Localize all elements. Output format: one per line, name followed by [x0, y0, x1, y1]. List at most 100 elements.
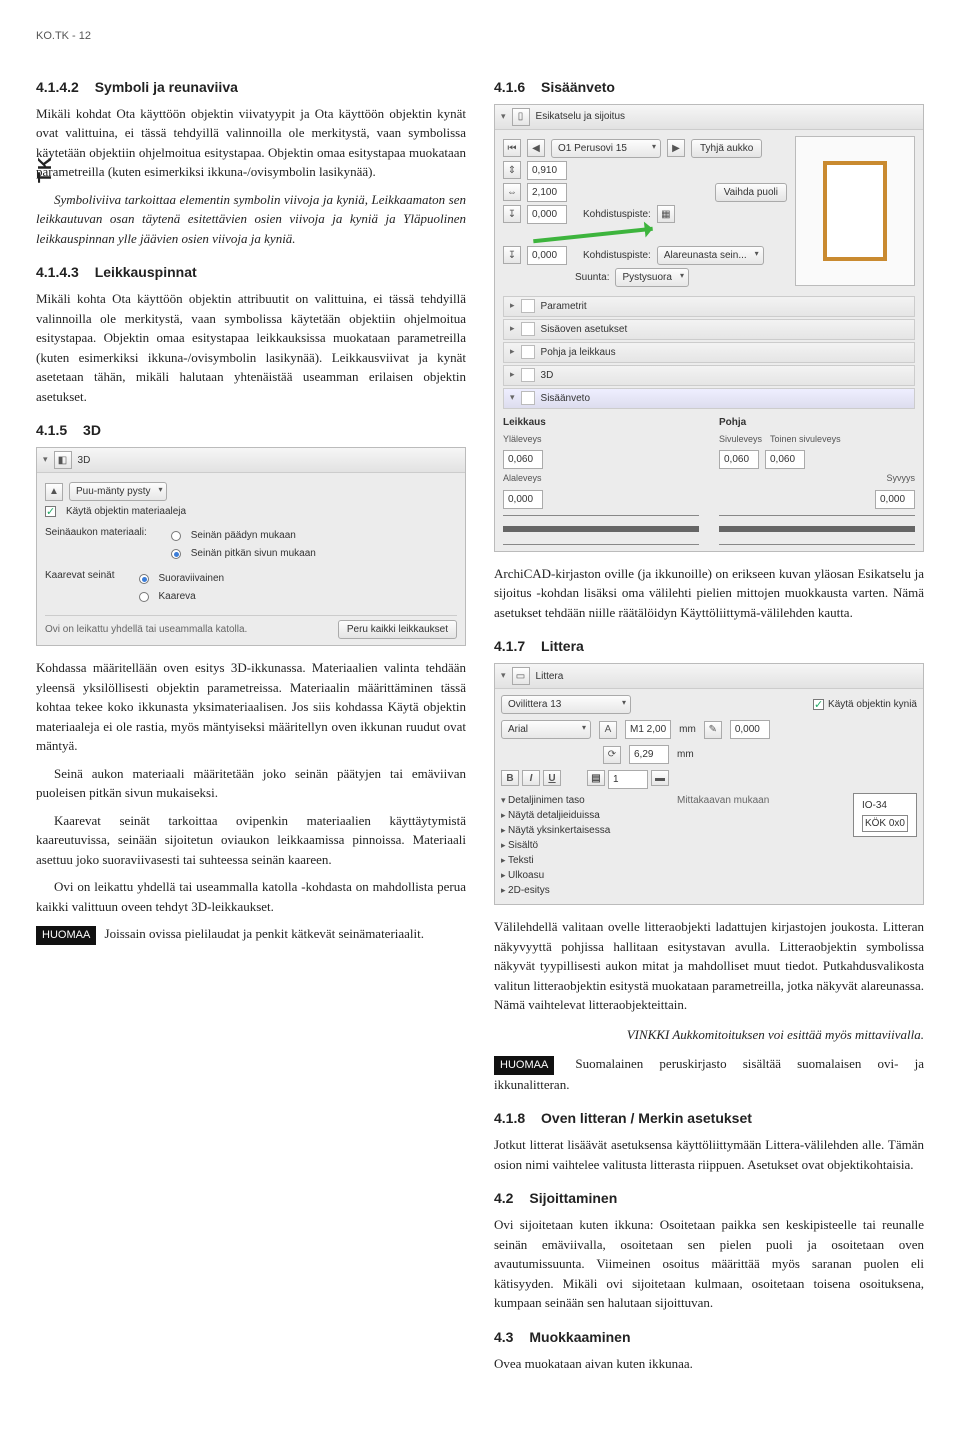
page-code: KO.TK - 12	[36, 28, 924, 45]
para: Mikäli kohdat Ota käyttöön objektin viiv…	[36, 104, 466, 182]
tip-text: VINKKI Aukkomitoituksen voi esittää myös…	[494, 1025, 924, 1045]
para: Symboliviiva tarkoittaa elementin symbol…	[36, 190, 466, 249]
parameter-tree[interactable]: Detaljinimen taso Näytä detaljieiduissa …	[501, 793, 663, 898]
value-input[interactable]: 2,100	[527, 183, 567, 202]
note-text: Suomalainen peruskirjasto sisältää suoma…	[494, 1056, 924, 1092]
radio-end[interactable]	[171, 531, 181, 541]
para: Ovea muokataan aivan kuten ikkunaa.	[494, 1354, 924, 1374]
direction-dropdown[interactable]: Pystysuora	[615, 268, 688, 287]
heading-418: 4.1.8 Oven litteran / Merkin asetukset	[494, 1108, 924, 1129]
checkbox-label: Käytä objektin kyniä	[828, 699, 917, 710]
unit-label: mm	[677, 747, 694, 762]
object-dropdown[interactable]: O1 Perusovi 15	[551, 139, 661, 158]
tree-item[interactable]: Sisältö	[501, 838, 663, 853]
param-icon	[521, 299, 535, 313]
use-object-materials-checkbox[interactable]	[45, 506, 56, 517]
cut-status-text: Ovi on leikattu yhdellä tai useammalla k…	[45, 622, 247, 637]
frame-toggle-icon[interactable]: ▬	[651, 770, 669, 786]
heading-text: Sisäänveto	[541, 79, 615, 95]
heading-text: Oven litteran / Merkin asetukset	[541, 1110, 752, 1126]
para: Mikäli kohta Ota käyttöön objektin attri…	[36, 289, 466, 406]
value-input[interactable]: 0,910	[527, 161, 567, 180]
value-input[interactable]: 0,060	[719, 450, 759, 469]
size-input[interactable]: M1 2,00	[625, 720, 671, 739]
para: Ovi sijoitetaan kuten ikkuna: Osoitetaan…	[494, 1215, 924, 1313]
radio-long-side[interactable]	[171, 549, 181, 559]
radio-straight[interactable]	[139, 574, 149, 584]
toinen-sivuleveys-label: Toinen sivuleveys	[770, 433, 841, 447]
undo-cuts-button[interactable]: Peru kaikki leikkaukset	[338, 620, 457, 639]
tree-item[interactable]: 2D-esitys	[501, 883, 663, 898]
heading-43: 4.3 Muokkaaminen	[494, 1327, 924, 1348]
disclosure-icon[interactable]: ▾	[43, 453, 48, 467]
pohja-heading: Pohja	[719, 415, 915, 430]
tab-3d[interactable]: ▸3D	[503, 365, 915, 386]
tab-sisaanveto[interactable]: ▾Sisäänveto	[503, 388, 915, 409]
right-column: 4.1.6 Sisäänveto ▾ ▯ Esikatselu ja sijoi…	[494, 63, 924, 1382]
num-input[interactable]: 1	[608, 770, 648, 789]
tree-item[interactable]: Teksti	[501, 853, 663, 868]
sivuleveys-label: Sivuleveys	[719, 433, 762, 447]
littera-preview-box: IO-34 KÖK 0x0	[853, 793, 917, 837]
empty-opening-button[interactable]: Tyhjä aukko	[691, 139, 762, 158]
use-object-pens-checkbox[interactable]	[813, 699, 824, 710]
tree-item[interactable]: Näytä yksinkertaisessa	[501, 823, 663, 838]
door-preview-icon	[823, 161, 887, 261]
material-dropdown[interactable]: Puu-mänty pysty	[69, 482, 167, 501]
height-icon: ⇕	[503, 161, 521, 179]
curved-walls-label: Kaarevat seinät	[45, 568, 115, 583]
pen-input[interactable]: 0,000	[730, 720, 770, 739]
disclosure-icon[interactable]: ▾	[501, 669, 506, 683]
width-icon: ⇔	[503, 183, 521, 201]
tree-item[interactable]: Ulkoasu	[501, 868, 663, 883]
anchor-dropdown[interactable]: Alareunasta sein...	[657, 246, 764, 265]
nav-next-icon[interactable]: ▶	[667, 139, 685, 157]
value-input[interactable]: 0,000	[527, 205, 567, 224]
heading-4142: 4.1.4.2 Symboli ja reunaviiva	[36, 77, 466, 98]
tab-sisaoven-asetukset[interactable]: ▸Sisäoven asetukset	[503, 319, 915, 340]
value-input[interactable]: 0,000	[875, 490, 915, 509]
heading-4143: 4.1.4.3 Leikkauspinnat	[36, 262, 466, 283]
align-button[interactable]: ▤	[587, 770, 605, 786]
heading-text: 3D	[83, 422, 101, 438]
screenshot-littera-panel: ▾ ▭ Littera Ovilittera 13 Käytä objektin…	[494, 663, 924, 905]
panel-header[interactable]: ▾ ▯ Esikatselu ja sijoitus	[495, 105, 923, 130]
note-badge: HUOMAA	[494, 1056, 554, 1075]
tab-parametrit[interactable]: ▸Parametrit	[503, 296, 915, 317]
para: Välilehdellä valitaan ovelle litteraobje…	[494, 917, 924, 1015]
italic-button[interactable]: I	[522, 770, 540, 786]
tree-item[interactable]: Näytä detaljieiduissa	[501, 808, 663, 823]
angle-input[interactable]: 6,29	[629, 745, 669, 764]
underline-button[interactable]: U	[543, 770, 561, 786]
panel-title: Littera	[536, 669, 564, 684]
panel-header[interactable]: ▾ ▭ Littera	[495, 664, 923, 689]
swap-side-button[interactable]: Vaihda puoli	[715, 183, 787, 202]
value-input[interactable]: 0,000	[527, 246, 567, 265]
heading-text: Leikkauspinnat	[95, 264, 197, 280]
syvyys-label: Syvyys	[886, 472, 915, 486]
value-input[interactable]: 0,000	[503, 490, 543, 509]
anchor-label: Kohdistuspiste:	[583, 207, 651, 222]
checkbox-label: Käytä objektin materiaaleja	[66, 504, 186, 519]
littera-object-dropdown[interactable]: Ovilittera 13	[501, 695, 631, 714]
nav-prev-icon[interactable]: ◀	[527, 139, 545, 157]
value-input[interactable]: 0,060	[503, 450, 543, 469]
text-height-icon: A	[599, 721, 617, 739]
tab-pohja-ja-leikkaus[interactable]: ▸Pohja ja leikkaus	[503, 342, 915, 363]
leikkaus-heading: Leikkaus	[503, 415, 699, 430]
material-icon[interactable]: ▲	[45, 483, 63, 501]
panel-title: 3D	[78, 453, 91, 468]
heading-num: 4.1.4.3	[36, 264, 79, 280]
plan-icon	[521, 345, 535, 359]
tree-item[interactable]: Detaljinimen taso	[501, 793, 663, 808]
heading-num: 4.1.4.2	[36, 79, 79, 95]
font-dropdown[interactable]: Arial	[501, 720, 591, 739]
disclosure-icon[interactable]: ▾	[501, 110, 506, 124]
value-input[interactable]: 0,060	[765, 450, 805, 469]
radio-curved[interactable]	[139, 592, 149, 602]
pen-icon[interactable]: ✎	[704, 721, 722, 739]
panel-header[interactable]: ▾ ◧ 3D	[37, 448, 465, 473]
nav-first-icon[interactable]: ⏮	[503, 139, 521, 157]
bold-button[interactable]: B	[501, 770, 519, 786]
heading-text: Muokkaaminen	[529, 1329, 630, 1345]
